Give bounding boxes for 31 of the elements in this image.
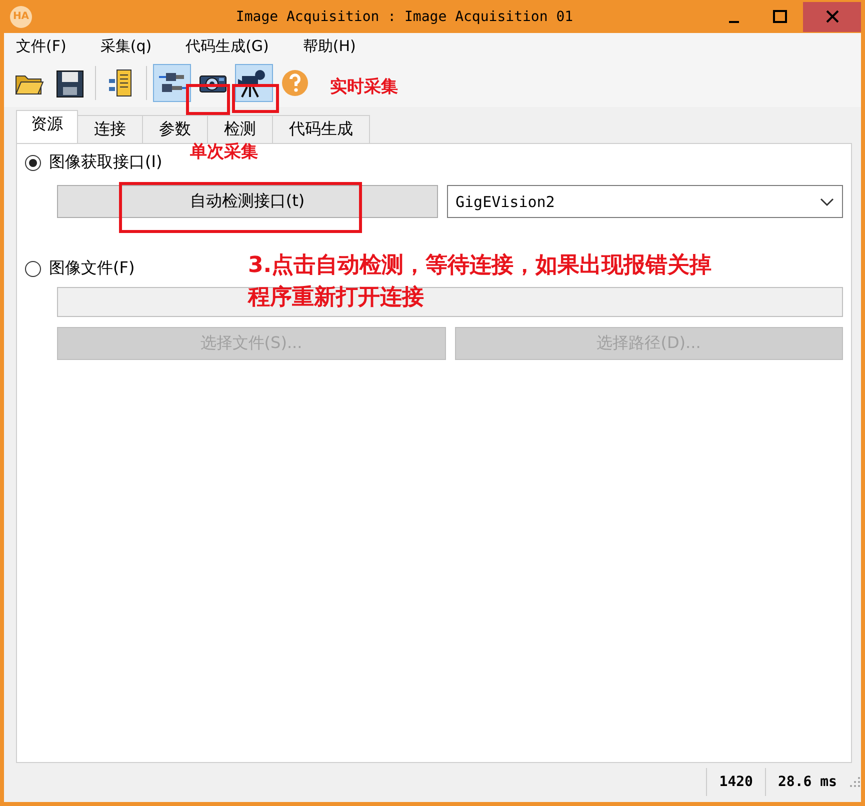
menu-item[interactable]: 文件(F) (16, 36, 66, 56)
tab[interactable]: 资源 (16, 110, 78, 143)
annotation-label: 单次采集 (190, 141, 258, 163)
interface-dropdown[interactable]: GigEVision2 (446, 185, 843, 218)
toolbar-button[interactable] (235, 64, 273, 102)
detect-button[interactable]: 自动检测接口(t) (57, 185, 438, 218)
help-icon (279, 67, 311, 99)
radio-button[interactable] (25, 154, 41, 170)
menu-item[interactable]: 代码生成(G) (186, 36, 269, 56)
radio-label: 图像文件(F) (49, 258, 135, 279)
maximize-icon (773, 10, 787, 23)
window-title: Image Acquisition : Image Acquisition 01 (234, 8, 574, 24)
annotation-text: 3.点击自动检测，等待连接，如果出现报错关掉 (248, 252, 712, 280)
toolbar-button[interactable] (153, 64, 191, 102)
annotation-text: 程序重新打开连接 (248, 284, 424, 312)
resize-grip-icon (849, 776, 861, 788)
close-button[interactable] (803, 2, 861, 32)
highlight-box (232, 84, 279, 113)
minimize-icon (729, 20, 739, 22)
highlight-box (186, 84, 230, 115)
menu-item[interactable]: 帮助(H) (302, 36, 356, 56)
status-field: 28.6 ms (764, 768, 849, 796)
annotation-label: 实时采集 (330, 76, 398, 98)
menu-item[interactable]: 采集(q) (100, 36, 152, 56)
tab[interactable]: 代码生成 (272, 115, 370, 143)
chevron-down-icon (820, 196, 834, 206)
status-field: 1420 (706, 768, 765, 796)
close-icon (826, 10, 838, 23)
radio-button[interactable] (25, 260, 41, 276)
radio-label: 图像获取接口(I) (49, 152, 162, 173)
app-logo: HA (10, 6, 32, 28)
